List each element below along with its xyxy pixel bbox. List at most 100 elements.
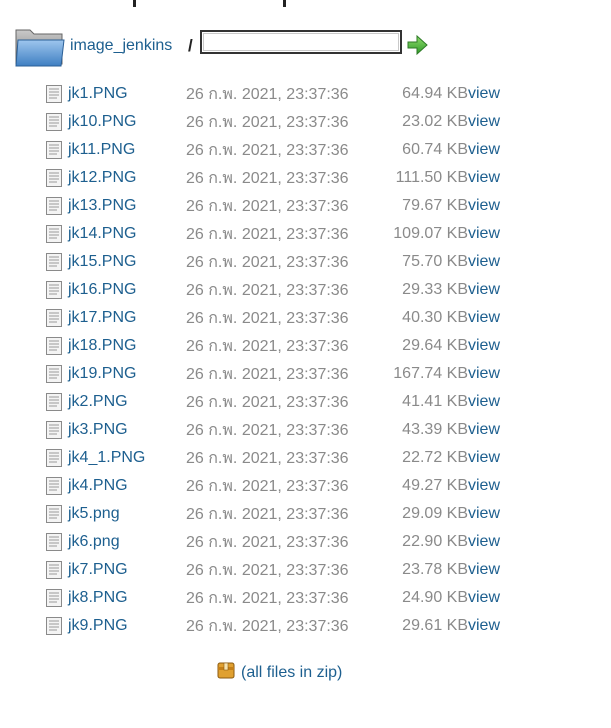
file-icon — [46, 136, 68, 164]
file-row: jk16.PNG 26 ก.พ. 2021, 23:37:36 29.33 KB vi… — [46, 276, 512, 304]
view-link[interactable]: view — [468, 113, 500, 130]
view-link[interactable]: view — [468, 533, 500, 550]
view-link[interactable]: view — [468, 561, 500, 578]
file-row: jk7.PNG 26 ก.พ. 2021, 23:37:36 23.78 KB vie… — [46, 556, 512, 584]
view-link[interactable]: view — [468, 309, 500, 326]
file-icon — [46, 612, 68, 640]
file-name-link[interactable]: jk13.PNG — [68, 197, 136, 214]
folder-icon — [15, 29, 65, 67]
file-icon — [46, 584, 68, 612]
view-link[interactable]: view — [468, 281, 500, 298]
file-size: 40.30 KB — [402, 309, 468, 326]
file-name-link[interactable]: jk14.PNG — [68, 225, 136, 242]
file-date: 26 ก.พ. 2021, 23:37:36 — [186, 337, 349, 355]
file-row: jk6.png 26 ก.พ. 2021, 23:37:36 22.90 KB vie… — [46, 528, 512, 556]
file-icon — [46, 472, 68, 500]
file-list: jk1.PNG 26 ก.พ. 2021, 23:37:36 64.94 KB vie… — [46, 80, 512, 640]
file-name-link[interactable]: jk12.PNG — [68, 169, 136, 186]
view-link[interactable]: view — [468, 365, 500, 382]
file-size: 24.90 KB — [402, 589, 468, 606]
file-date: 26 ก.พ. 2021, 23:37:36 — [186, 225, 349, 243]
file-icon — [46, 108, 68, 136]
file-icon — [46, 220, 68, 248]
file-date: 26 ก.พ. 2021, 23:37:36 — [186, 505, 349, 523]
file-icon — [46, 416, 68, 444]
view-link[interactable]: view — [468, 169, 500, 186]
view-link[interactable]: view — [468, 477, 500, 494]
file-date: 26 ก.พ. 2021, 23:37:36 — [186, 281, 349, 299]
file-size: 23.78 KB — [402, 561, 468, 578]
file-name-link[interactable]: jk5.png — [68, 505, 120, 522]
zip-download-link[interactable]: (all files in zip) — [241, 664, 342, 681]
path-separator: / — [188, 36, 193, 55]
file-date: 26 ก.พ. 2021, 23:37:36 — [186, 393, 349, 411]
zip-download: (all files in zip) — [216, 660, 342, 682]
file-icon — [46, 80, 68, 108]
file-row: jk4_1.PNG 26 ก.พ. 2021, 23:37:36 22.72 KB v… — [46, 444, 512, 472]
file-row: jk1.PNG 26 ก.พ. 2021, 23:37:36 64.94 KB vie… — [46, 80, 512, 108]
file-row: jk12.PNG 26 ก.พ. 2021, 23:37:36 111.50 KB v… — [46, 164, 512, 192]
file-date: 26 ก.พ. 2021, 23:37:36 — [186, 449, 349, 467]
file-row: jk13.PNG 26 ก.พ. 2021, 23:37:36 79.67 KB vi… — [46, 192, 512, 220]
view-link[interactable]: view — [468, 421, 500, 438]
file-name-link[interactable]: jk2.PNG — [68, 393, 128, 410]
file-icon — [46, 332, 68, 360]
file-size: 79.67 KB — [402, 197, 468, 214]
file-name-link[interactable]: jk15.PNG — [68, 253, 136, 270]
file-date: 26 ก.พ. 2021, 23:37:36 — [186, 113, 349, 131]
file-row: jk19.PNG 26 ก.พ. 2021, 23:37:36 167.74 KB v… — [46, 360, 512, 388]
file-row: jk8.PNG 26 ก.พ. 2021, 23:37:36 24.90 KB vie… — [46, 584, 512, 612]
clipped-header-remnant — [0, 0, 611, 8]
view-link[interactable]: view — [468, 393, 500, 410]
file-size: 22.90 KB — [402, 533, 468, 550]
breadcrumb: image_jenkins / — [14, 22, 594, 70]
file-name-link[interactable]: jk19.PNG — [68, 365, 136, 382]
file-name-link[interactable]: jk1.PNG — [68, 85, 128, 102]
file-size: 60.74 KB — [402, 141, 468, 158]
view-link[interactable]: view — [468, 225, 500, 242]
file-name-link[interactable]: jk3.PNG — [68, 421, 128, 438]
file-row: jk9.PNG 26 ก.พ. 2021, 23:37:36 29.61 KB vie… — [46, 612, 512, 640]
view-link[interactable]: view — [468, 449, 500, 466]
go-arrow-icon[interactable] — [406, 34, 428, 56]
file-date: 26 ก.พ. 2021, 23:37:36 — [186, 421, 349, 439]
view-link[interactable]: view — [468, 505, 500, 522]
file-date: 26 ก.พ. 2021, 23:37:36 — [186, 253, 349, 271]
file-name-link[interactable]: jk17.PNG — [68, 309, 136, 326]
file-icon — [46, 500, 68, 528]
file-size: 29.64 KB — [402, 337, 468, 354]
view-link[interactable]: view — [468, 253, 500, 270]
file-name-link[interactable]: jk8.PNG — [68, 589, 128, 606]
file-size: 29.09 KB — [402, 505, 468, 522]
zip-package-icon — [217, 662, 235, 679]
file-name-link[interactable]: jk18.PNG — [68, 337, 136, 354]
file-row: jk2.PNG 26 ก.พ. 2021, 23:37:36 41.41 KB vie… — [46, 388, 512, 416]
file-name-link[interactable]: jk9.PNG — [68, 617, 128, 634]
file-icon — [46, 360, 68, 388]
view-link[interactable]: view — [468, 617, 500, 634]
view-link[interactable]: view — [468, 85, 500, 102]
file-size: 43.39 KB — [402, 421, 468, 438]
file-date: 26 ก.พ. 2021, 23:37:36 — [186, 197, 349, 215]
file-row: jk10.PNG 26 ก.พ. 2021, 23:37:36 23.02 KB vi… — [46, 108, 512, 136]
file-date: 26 ก.พ. 2021, 23:37:36 — [186, 85, 349, 103]
view-link[interactable]: view — [468, 589, 500, 606]
file-name-link[interactable]: jk4.PNG — [68, 477, 128, 494]
view-link[interactable]: view — [468, 141, 500, 158]
view-link[interactable]: view — [468, 337, 500, 354]
file-size: 64.94 KB — [402, 85, 468, 102]
file-name-link[interactable]: jk6.png — [68, 533, 120, 550]
file-name-link[interactable]: jk4_1.PNG — [68, 449, 145, 466]
file-date: 26 ก.พ. 2021, 23:37:36 — [186, 309, 349, 327]
file-icon — [46, 164, 68, 192]
file-name-link[interactable]: jk7.PNG — [68, 561, 128, 578]
file-name-link[interactable]: jk10.PNG — [68, 113, 136, 130]
file-size: 167.74 KB — [393, 365, 468, 382]
view-link[interactable]: view — [468, 197, 500, 214]
file-date: 26 ก.พ. 2021, 23:37:36 — [186, 477, 349, 495]
file-name-link[interactable]: jk16.PNG — [68, 281, 136, 298]
path-input[interactable] — [200, 30, 402, 54]
directory-link[interactable]: image_jenkins — [70, 37, 172, 55]
file-name-link[interactable]: jk11.PNG — [68, 141, 135, 158]
file-row: jk14.PNG 26 ก.พ. 2021, 23:37:36 109.07 KB v… — [46, 220, 512, 248]
